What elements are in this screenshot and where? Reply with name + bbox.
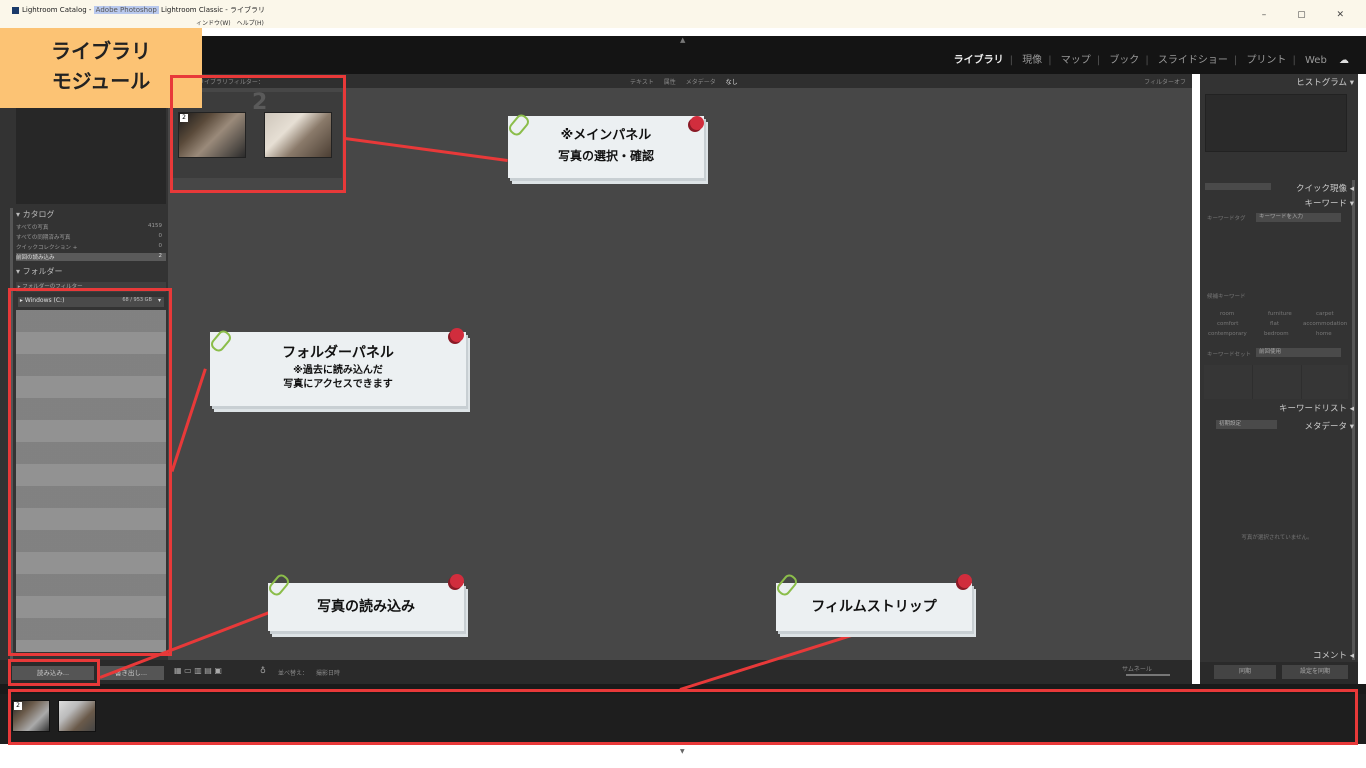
metadata-header[interactable]: メタデータ ▾ — [1200, 420, 1354, 432]
folder-panel-note: フォルダーパネル ※過去に読み込んだ 写真にアクセスできます — [210, 332, 466, 406]
pushpin-icon — [450, 328, 464, 342]
sort-value[interactable]: 撮影日時 — [316, 668, 340, 677]
catalog-item[interactable]: すべての同期済み写真 0 — [16, 233, 166, 241]
module-web[interactable]: Web — [1305, 55, 1327, 66]
filter-metadata[interactable]: メタデータ — [686, 79, 716, 86]
module-book[interactable]: ブック — [1109, 55, 1139, 66]
title-bar: Lightroom Catalog - Adobe Photoshop Ligh… — [0, 0, 1366, 28]
collapse-arrow-icon[interactable]: ▲ — [680, 36, 685, 44]
import-note: 写真の読み込み — [268, 583, 464, 631]
import-button-highlight — [8, 659, 100, 686]
cloud-icon[interactable]: ☁ — [1339, 55, 1349, 66]
keyword-tags-select[interactable]: キーワードを入力 — [1256, 213, 1341, 222]
suggested-keyword[interactable]: bedroom — [1264, 331, 1289, 337]
module-print[interactable]: プリント — [1246, 55, 1286, 66]
suggested-keyword[interactable]: furniture — [1268, 311, 1292, 317]
module-picker: ライブラリ | 現像 | マップ | ブック | スライドショー | プリント | Web … — [953, 55, 1349, 66]
folders-header[interactable]: ▾ フォルダー — [16, 266, 166, 278]
lightroom-app-icon — [12, 6, 19, 14]
module-develop[interactable]: 現像 — [1022, 55, 1042, 66]
sync-settings-button[interactable]: 設定を同期 — [1282, 665, 1348, 679]
catalog-item[interactable]: クイックコレクション +0 — [16, 243, 166, 251]
module-library[interactable]: ライブラリ — [954, 55, 1004, 66]
pushpin-icon — [450, 574, 464, 588]
suggested-keyword[interactable]: comfort — [1217, 321, 1238, 327]
menu-bar[interactable]: ィンドウ(W) ヘルプ(H) — [196, 18, 264, 27]
filmstrip-note: フィルムストリップ — [776, 583, 972, 631]
grid-toolbar: ▦ ▭ ▥ ▤ ▣ ♁ 並べ替え： 撮影日時 サムネール — [168, 660, 1192, 684]
keyword-set-label: キーワードセット — [1207, 352, 1252, 358]
filter-attribute[interactable]: 属性 — [664, 79, 676, 86]
module-picker-bar: ▲ ライブラリ | 現像 | マップ | ブック | スライドショー | プリント | We… — [0, 36, 1366, 74]
catalog-item[interactable]: すべての写真 4159 — [16, 223, 166, 231]
keyword-set-grid[interactable] — [1204, 365, 1348, 399]
catalog-header[interactable]: ▾ カタログ — [16, 209, 166, 221]
suggested-keyword[interactable]: accommodation — [1303, 321, 1347, 327]
main-panel-highlight — [170, 75, 346, 193]
thumbnail-size-label: サムネール — [1122, 666, 1152, 673]
sync-metadata-button[interactable]: 同期 — [1214, 665, 1276, 679]
histogram — [1205, 94, 1347, 152]
suggestions-label: 候補キーワード — [1207, 294, 1246, 300]
keyword-tags-label: キーワードタグ — [1207, 216, 1246, 222]
comments-header[interactable]: コメント ◂ — [1200, 649, 1354, 661]
suggested-keyword[interactable]: home — [1316, 331, 1332, 337]
no-photo-message: 写真が選択されていません。 — [1241, 535, 1313, 541]
filter-text[interactable]: テキスト — [630, 79, 654, 86]
module-slideshow[interactable]: スライドショー — [1158, 55, 1228, 66]
filter-none[interactable]: なし — [726, 79, 738, 86]
suggested-keyword[interactable]: room — [1220, 311, 1234, 317]
keyword-list-header[interactable]: キーワードリスト ◂ — [1200, 402, 1354, 414]
pushpin-icon — [690, 116, 704, 130]
spray-can-icon[interactable]: ♁ — [260, 666, 266, 675]
quick-develop-header[interactable]: クイック現像 ◂ — [1200, 182, 1354, 194]
catalog-item-selected[interactable]: 前回の読み込み 2 — [16, 253, 166, 261]
suggested-keyword[interactable]: contemporary — [1208, 331, 1247, 337]
filter-off[interactable]: フィルターオフ — [1144, 77, 1186, 86]
sort-label: 並べ替え： — [278, 670, 309, 677]
keyword-set-select[interactable]: 前回使用 — [1256, 348, 1341, 357]
keywording-header[interactable]: キーワード ▾ — [1200, 197, 1354, 209]
view-mode-icons[interactable]: ▦ ▭ ▥ ▤ ▣ — [174, 666, 222, 675]
window-controls[interactable]: – ▢ ✕ — [1262, 10, 1358, 20]
right-toolbar: 同期 設定を同期 — [1200, 662, 1358, 684]
collapse-filmstrip-icon[interactable]: ▼ — [680, 748, 685, 755]
pushpin-icon — [958, 574, 972, 588]
thumbnail-size-slider[interactable] — [1126, 674, 1170, 676]
suggested-keyword[interactable]: carpet — [1316, 311, 1334, 317]
main-panel-note: ※メインパネル 写真の選択・確認 — [508, 116, 704, 178]
filmstrip-highlight — [8, 689, 1358, 745]
module-map[interactable]: マップ — [1061, 55, 1091, 66]
window-title: Lightroom Catalog - Adobe Photoshop Ligh… — [12, 5, 265, 15]
suggested-keyword[interactable]: flat — [1270, 321, 1279, 327]
histogram-header[interactable]: ヒストグラム ▾ — [1200, 76, 1354, 88]
folder-panel-highlight — [8, 288, 172, 656]
